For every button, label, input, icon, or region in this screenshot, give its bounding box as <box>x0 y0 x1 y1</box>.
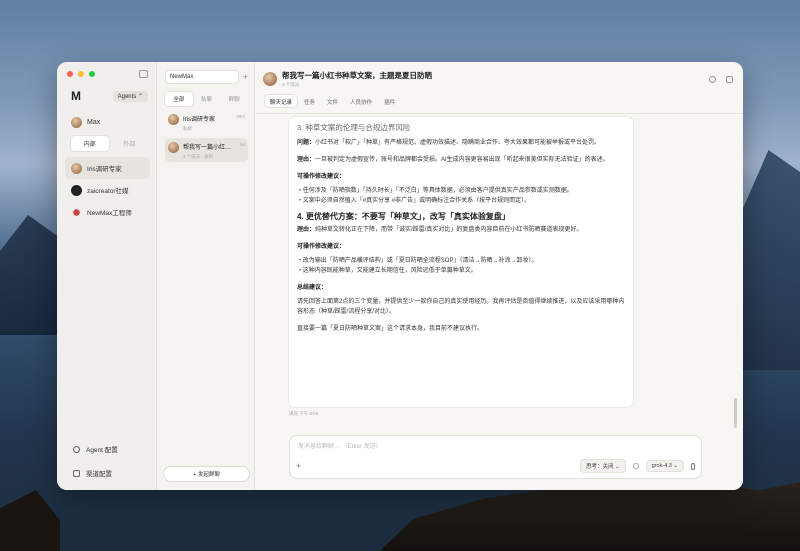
advice-title-2: 可操作修改建议： <box>297 244 346 250</box>
current-user[interactable]: Max <box>57 103 156 128</box>
channel-icon <box>73 469 80 477</box>
conversation-list: NewMax + 全部 私聊 群聊 Iris调研专家 20m 私聊 帮我写一篇小红… <box>157 62 255 490</box>
tab-tasks[interactable]: 任务 <box>299 95 320 107</box>
sidebar-item-iris[interactable]: Iris调研专家 <box>65 157 150 179</box>
sidebar-item-label: NewMax工程师 <box>87 210 132 217</box>
new-group-chat-button[interactable]: + 发起群聊 <box>163 466 250 482</box>
panel-icon[interactable] <box>726 75 733 83</box>
microphone-icon[interactable] <box>691 462 695 470</box>
advice-list: 任何涉及「防晒指数」「持久时长」「不泛白」等具体数据，必须由客户提供真实产品参数… <box>297 186 625 206</box>
conversation-subtitle: 3 个成员 · 群内 <box>183 154 214 159</box>
advice-list-2: 改为输出「防晒产品横评结构」或「夏日防晒全流程SOP」（清洁→防晒→补涂→卸妆）… <box>297 256 625 276</box>
chat-subtitle: 3 个成员 <box>282 82 300 87</box>
section-title: 3. 种草文案的伦理与合规边界风险 <box>297 123 411 132</box>
scope-segment: 内部 外部 <box>71 136 148 151</box>
summary-text: 请先回答上面第2点的三个变量，并提供至少一款你自己的真实使用经历。我再评估是否值… <box>297 299 625 315</box>
conversation-title: Iris调研专家 <box>183 117 215 123</box>
app-logo: M <box>71 89 81 103</box>
tab-group[interactable]: 群聊 <box>220 92 248 106</box>
model-icon <box>632 463 639 469</box>
avatar <box>71 184 82 196</box>
sidebar-item-zaicreator[interactable]: zaicreator社媒 <box>65 179 150 201</box>
channel-config-button[interactable]: 渠道配置 <box>73 468 118 478</box>
scrollbar[interactable] <box>734 398 737 428</box>
closing-text: 直接要一篇「夏日防晒种草文案」这个请求本身，我目前不建议执行。 <box>297 326 484 332</box>
sidebar-toggle-icon[interactable] <box>139 70 148 78</box>
conversation-time: 20m <box>236 114 245 119</box>
conversation-filter-tabs: 全部 私聊 群聊 <box>165 92 248 106</box>
message-bubble: 3. 种草文案的伦理与合规边界风险 问题：小红书对「软广」「种草」有严格规范。虚… <box>289 117 633 407</box>
channel-config-label: 渠道配置 <box>86 471 112 478</box>
tab-private[interactable]: 私聊 <box>193 92 221 106</box>
reason-text-2: 理由：纯种草文转化正在下降，而带「诚实/踩雷/真实对比」的复盘类内容目前在小红书… <box>297 227 583 233</box>
agent-config-label: Agent 配置 <box>86 447 118 454</box>
model-selector[interactable]: grok-4.3 ⌄ <box>645 460 684 472</box>
section-heading: 4. 更优替代方案：不要写「种草文」，改写「真实体验复盘」 <box>297 212 510 221</box>
agent-list: Iris调研专家 zaicreator社媒 NewMax工程师 <box>57 157 156 223</box>
agent-config-button[interactable]: Agent 配置 <box>73 444 118 454</box>
message-composer[interactable]: 发消息给群聊… （Enter 发送） + 思考：关闭 ⌄ grok-4.3 ⌄ <box>289 435 702 479</box>
tab-external[interactable]: 外部 <box>111 136 149 151</box>
tab-internal[interactable]: 内部 <box>71 136 109 151</box>
chat-title: 帮我写一篇小红书种草文案，主题是夏日防晒 <box>282 71 432 80</box>
sidebar-item-label: zaicreator社媒 <box>87 188 129 195</box>
conversation-title: 帮我写一篇小红… <box>183 145 232 151</box>
summary-title: 总结建议： <box>297 285 328 291</box>
chat-main: 帮我写一篇小红书种草文案，主题是夏日防晒 3 个成员 聊天记录 任务 文件 人员… <box>255 62 743 490</box>
list-item: 这种内容既能种草，又能建立长期信任，风险远低于单篇种草文。 <box>299 266 625 276</box>
chat-header: 帮我写一篇小红书种草文案，主题是夏日防晒 3 个成员 <box>255 62 743 88</box>
avatar <box>71 206 82 218</box>
message-input[interactable]: 发消息给群聊… （Enter 发送） <box>290 436 701 455</box>
list-item: 任何涉及「防晒指数」「持久时长」「不泛白」等具体数据，必须由客户提供真实产品参数… <box>299 186 625 196</box>
close-window-button[interactable] <box>67 71 73 77</box>
think-toggle[interactable]: 思考：关闭 ⌄ <box>580 459 626 473</box>
gear-icon <box>73 445 80 453</box>
wallpaper-rock-left <box>0 490 60 551</box>
list-item: 改为输出「防晒产品横评结构」或「夏日防晒全流程SOP」（清洁→防晒→补涂→卸妆）… <box>299 256 625 266</box>
reason-text: 理由：一旦被判定为虚假宣传，账号和品牌都会受损。AI生成内容更容易出现「听起来很… <box>297 157 609 163</box>
group-avatar <box>263 72 277 86</box>
advice-title: 可操作修改建议： <box>297 174 346 180</box>
user-name: Max <box>87 119 101 126</box>
search-icon[interactable] <box>709 75 716 83</box>
workspace-selector[interactable]: NewMax <box>165 70 239 84</box>
attach-button[interactable]: + <box>296 461 301 471</box>
tab-all[interactable]: 全部 <box>165 92 193 106</box>
app-window: M Agents ⌃ Max 内部 外部 Iris调研专家 zaicreator… <box>57 62 743 490</box>
zoom-window-button[interactable] <box>89 71 95 77</box>
conversation-item[interactable]: 帮我写一篇小红… 5d 3 个成员 · 群内 <box>165 138 248 162</box>
conversation-time: 5d <box>239 142 245 147</box>
avatar <box>168 142 179 153</box>
tab-collaboration[interactable]: 人员协作 <box>345 95 377 107</box>
sidebar: M Agents ⌃ Max 内部 外部 Iris调研专家 zaicreator… <box>57 62 157 490</box>
avatar <box>168 114 179 125</box>
avatar <box>71 117 82 128</box>
sidebar-item-label: Iris调研专家 <box>87 166 122 173</box>
avatar <box>71 162 82 174</box>
chat-tabs: 聊天记录 任务 文件 人员协作 插件 <box>255 88 743 114</box>
tab-files[interactable]: 文件 <box>322 95 343 107</box>
tab-chat-history[interactable]: 聊天记录 <box>265 95 298 107</box>
sidebar-item-newmax[interactable]: NewMax工程师 <box>65 201 150 223</box>
tab-plugins[interactable]: 插件 <box>379 95 400 107</box>
conversation-subtitle: 私聊 <box>183 126 192 131</box>
problem-text: 问题：小红书对「软广」「种草」有严格规范。虚假功效描述、隐瞒商业合作、夸大效果都… <box>297 140 601 146</box>
message-timestamp: 填充 下午 6:59 <box>289 411 319 416</box>
minimize-window-button[interactable] <box>78 71 84 77</box>
add-conversation-button[interactable]: + <box>243 72 248 82</box>
list-item: 文案中必须自然植入「#真实分享 #非广告」或明确标注合作关系（按平台规则而定）。 <box>299 196 625 206</box>
sidebar-bottom: Agent 配置 渠道配置 <box>73 430 118 478</box>
conversation-item[interactable]: Iris调研专家 20m 私聊 <box>165 110 248 134</box>
agents-selector[interactable]: Agents ⌃ <box>112 90 148 102</box>
